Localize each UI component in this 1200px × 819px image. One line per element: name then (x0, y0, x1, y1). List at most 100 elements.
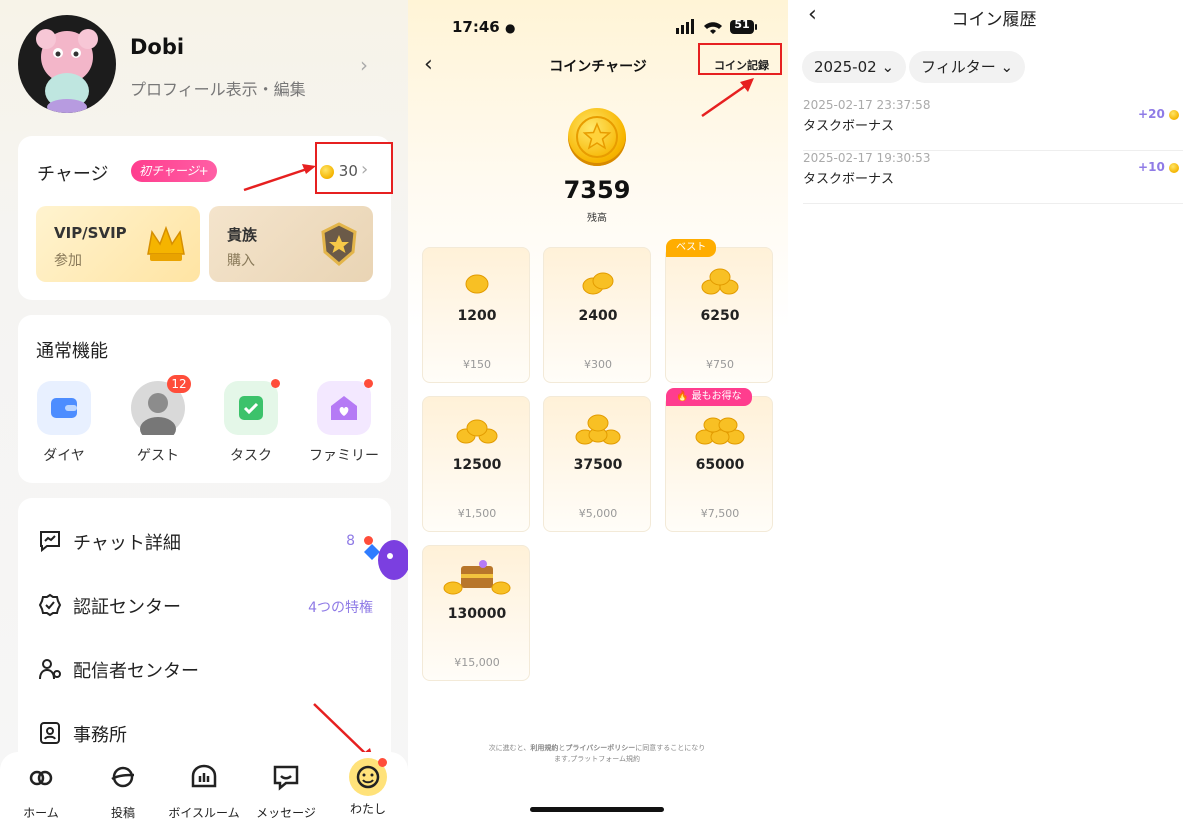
coin-package[interactable]: ベスト 6250 ¥750 (665, 239, 773, 383)
terms-notice: 次に進むと、利用規約とプライバシーポリシーに同意することになります,プラットフォ… (488, 744, 706, 763)
package-amount: 12500 (452, 457, 502, 473)
func-label: ダイヤ (43, 448, 85, 464)
menu-item-streamer-center[interactable]: 配信者センター (18, 644, 391, 694)
status-time: 17:46 ● (452, 18, 516, 36)
menu-label: チャット詳細 (73, 533, 181, 554)
balance-label: 残高 (587, 213, 607, 224)
tab-home[interactable]: ホーム (1, 762, 81, 819)
calendar-check-icon (224, 379, 280, 435)
coin-pile-icon (456, 419, 498, 444)
coin-pile-icon (465, 274, 489, 294)
coin-icon (1169, 109, 1179, 120)
tab-messages[interactable]: メッセージ (246, 762, 326, 819)
wallet-icon (37, 381, 91, 435)
annotation-arrow (701, 78, 754, 118)
coin-package[interactable]: 🔥 最もお得な 65000 ¥7,500 (665, 388, 773, 532)
tab-label: メッセージ (256, 806, 316, 819)
notification-dot (271, 379, 280, 388)
tab-label: 投稿 (110, 806, 135, 819)
tab-me[interactable]: わたし (328, 758, 408, 817)
coin-pile-icon (575, 414, 621, 445)
verified-badge-icon (38, 593, 62, 617)
package-price: ¥7,500 (700, 507, 740, 520)
avatar[interactable] (18, 15, 116, 113)
menu-item-verification[interactable]: 認証センター 4つの特権 (18, 580, 391, 630)
package-amount: 6250 (700, 308, 740, 324)
page-title: コイン履歴 (951, 10, 1037, 30)
profile-panel: Dobi プロフィール表示・編集 › チャージ 初チャージ+ 30 › VIP/… (0, 0, 408, 819)
tab-voice-room[interactable]: ボイスルーム (164, 762, 244, 819)
menu-label: 認証センター (73, 597, 181, 618)
history-description: タスクボーナス (803, 172, 895, 187)
menu-item-chat-detail[interactable]: チャット詳細 8 (18, 516, 391, 566)
privacy-link[interactable]: プライバシーポリシー (565, 744, 635, 752)
home-indicator[interactable] (530, 807, 664, 812)
me-smiley-icon (349, 758, 387, 796)
chevron-down-icon: ⌄ (881, 58, 895, 76)
package-price: ¥750 (706, 358, 734, 371)
history-row: 2025-02-17 19:30:53 タスクボーナス +10 (803, 151, 1183, 204)
message-icon (273, 765, 299, 791)
func-item-task[interactable]: タスク (211, 379, 291, 465)
func-item-family[interactable]: ファミリー (304, 379, 384, 465)
noble-title: 貴族 (227, 226, 258, 244)
coin-package[interactable]: 2400 ¥300 (543, 247, 651, 383)
balance-value: 7359 (563, 176, 631, 204)
coin-history-panel: ‹ コイン履歴 2025-02 ⌄ フィルター ⌄ 2025-02-17 23:… (788, 0, 1200, 819)
package-amount: 1200 (457, 308, 497, 324)
package-price: ¥15,000 (454, 656, 500, 669)
history-description: タスクボーナス (803, 119, 895, 134)
mascot-decoration (364, 540, 408, 580)
noble-subtitle: 購入 (227, 253, 255, 269)
tab-post[interactable]: 投稿 (83, 762, 163, 819)
annotation-box (698, 43, 782, 75)
tab-bar: ホーム 投稿 ボイスルーム メッセージ わたし (0, 752, 408, 819)
coin-package[interactable]: 1200 ¥150 (422, 247, 530, 383)
profile-edit-link[interactable]: プロフィール表示・編集 (130, 76, 306, 100)
family-house-icon (317, 379, 373, 435)
coin-pile-icon (582, 272, 614, 295)
func-item-diamond[interactable]: ダイヤ (24, 381, 104, 465)
func-label: ファミリー (309, 448, 379, 464)
menu-count: 8 (346, 533, 355, 549)
terms-link[interactable]: 利用規約 (530, 744, 558, 752)
noble-tile[interactable]: 貴族 購入 (209, 206, 373, 282)
noble-shield-icon (321, 222, 357, 266)
func-label: タスク (230, 448, 272, 464)
history-amount: +10 (1138, 160, 1179, 174)
functions-card: 通常機能 ダイヤ 12 ゲスト タスク ファミリー (18, 315, 391, 483)
first-charge-badge: 初チャージ+ (131, 160, 217, 182)
platform-terms-link[interactable]: プラットフォーム規約 (570, 755, 640, 763)
coin-package[interactable]: 130000 ¥15,000 (422, 545, 530, 681)
vip-subtitle: 参加 (54, 253, 82, 269)
package-amount: 2400 (578, 308, 618, 324)
chevron-down-icon: ⌄ (1000, 58, 1014, 76)
coin-pile-icon (701, 268, 739, 295)
chevron-right-icon[interactable]: › (360, 53, 368, 77)
voice-room-icon (191, 764, 217, 788)
best-value-tag: 🔥 最もお得な (666, 388, 752, 406)
agency-icon (40, 722, 60, 744)
package-price: ¥5,000 (578, 507, 618, 520)
coin-icon (568, 108, 626, 166)
history-amount: +20 (1138, 107, 1179, 121)
coin-package[interactable]: 37500 ¥5,000 (543, 396, 651, 532)
package-price: ¥1,500 (457, 507, 497, 520)
notification-dot (378, 758, 387, 767)
tab-label: ボイスルーム (168, 806, 240, 819)
func-item-guest[interactable]: 12 ゲスト (118, 375, 198, 465)
package-amount: 65000 (695, 457, 745, 473)
menu-privileges: 4つの特権 (308, 600, 373, 616)
notification-dot (364, 379, 373, 388)
vip-tile[interactable]: VIP/SVIP 参加 (36, 206, 200, 282)
filter-select[interactable]: フィルター ⌄ (909, 51, 1026, 83)
tab-label: わたし (349, 802, 386, 816)
coin-package[interactable]: 12500 ¥1,500 (422, 396, 530, 532)
month-select[interactable]: 2025-02 ⌄ (802, 51, 907, 83)
history-row: 2025-02-17 23:37:58 タスクボーナス +20 (803, 98, 1183, 151)
annotation-box (315, 142, 393, 194)
menu-label: 配信者センター (73, 661, 199, 682)
battery-level: 51 (734, 18, 750, 31)
package-price: ¥300 (584, 358, 612, 371)
coin-charge-panel: 17:46 ● 51 ‹ コインチャージ コイン記録 7359 残高 1200 … (408, 0, 788, 819)
